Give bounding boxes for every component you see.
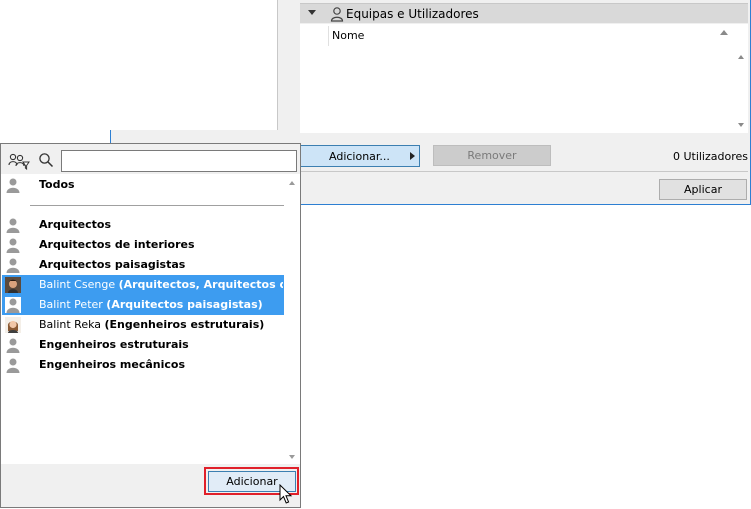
section-header-teams-users[interactable]: Equipas e Utilizadores [300, 3, 748, 23]
scroll-up-icon[interactable] [738, 55, 744, 59]
add-menu-label: Adicionar... [329, 150, 390, 163]
list-item-all[interactable]: Todos [2, 175, 284, 195]
user-name: Balint Peter [39, 298, 103, 311]
user-name: Balint Reka [39, 318, 102, 331]
sort-arrow-icon[interactable] [720, 30, 728, 35]
scroll-up-icon[interactable] [289, 181, 295, 185]
group-name: Arquitectos [39, 218, 112, 231]
user-groups: (Arquitectos, Arquitectos de in... [118, 278, 283, 291]
group-icon [6, 338, 20, 353]
group-icon [6, 238, 20, 253]
list-item-group[interactable]: Arquitectos paisagistas [2, 255, 284, 275]
user-count-label: 0 Utilizadores [672, 150, 748, 163]
list-item-group[interactable]: Engenheiros estruturais [2, 335, 284, 355]
list-item-label: Balint Csenge (Arquitectos, Arquitectos … [39, 278, 283, 291]
list-item-label: Balint Reka (Engenheiros estruturais) [39, 318, 283, 331]
user-groups: (Engenheiros estruturais) [104, 318, 265, 331]
list-item-label: Arquitectos de interiores [39, 238, 283, 251]
users-icon [330, 7, 344, 22]
list-item-label: Arquitectos [39, 218, 283, 231]
scroll-down-icon[interactable] [289, 455, 295, 459]
list-item-group[interactable]: Engenheiros mecânicos [2, 355, 284, 375]
list-item-label: Balint Peter (Arquitectos paisagistas) [39, 298, 283, 311]
apply-button[interactable]: Aplicar [659, 179, 747, 200]
user-avatar-icon [5, 277, 21, 293]
list-item-label: Engenheiros mecânicos [39, 358, 283, 371]
remove-button[interactable]: Remover [433, 145, 551, 166]
add-menu-button[interactable]: Adicionar... [300, 145, 420, 167]
user-groups: (Arquitectos paisagistas) [106, 298, 263, 311]
list-item-label: Todos [39, 178, 75, 191]
group-icon [6, 178, 20, 193]
group-name: Arquitectos de interiores [39, 238, 195, 251]
submenu-arrow-icon [410, 152, 415, 160]
search-input[interactable] [61, 150, 297, 172]
group-icon [6, 358, 20, 373]
group-name: Arquitectos paisagistas [39, 258, 186, 271]
group-name: Engenheiros mecânicos [39, 358, 186, 371]
users-list[interactable] [300, 24, 748, 133]
list-item-group[interactable]: Arquitectos de interiores [2, 235, 284, 255]
list-item-group[interactable]: Arquitectos [2, 215, 284, 235]
collapse-triangle-icon[interactable] [308, 10, 316, 15]
column-divider [328, 26, 329, 46]
user-avatar-icon [5, 297, 21, 313]
filter-users-icon[interactable] [8, 152, 30, 170]
divider [300, 171, 748, 172]
list-item-label: Arquitectos paisagistas [39, 258, 283, 271]
list-item-label: Engenheiros estruturais [39, 338, 283, 351]
group-icon [6, 258, 20, 273]
list-divider [30, 205, 284, 206]
search-icon [39, 153, 54, 168]
column-header-name[interactable]: Nome [332, 29, 364, 42]
list-item-user[interactable]: Balint Csenge (Arquitectos, Arquitectos … [2, 275, 284, 295]
section-title: Equipas e Utilizadores [346, 7, 479, 21]
group-name: Engenheiros estruturais [39, 338, 189, 351]
group-icon [6, 218, 20, 233]
scroll-down-icon[interactable] [738, 123, 744, 127]
mouse-cursor-icon [279, 484, 293, 504]
list-item-user[interactable]: Balint Peter (Arquitectos paisagistas) [2, 295, 284, 315]
user-name: Balint Csenge [39, 278, 116, 291]
list-item-user[interactable]: Balint Reka (Engenheiros estruturais) [2, 315, 284, 335]
user-avatar-icon [5, 317, 21, 333]
dialog-left-pane [110, 0, 278, 130]
